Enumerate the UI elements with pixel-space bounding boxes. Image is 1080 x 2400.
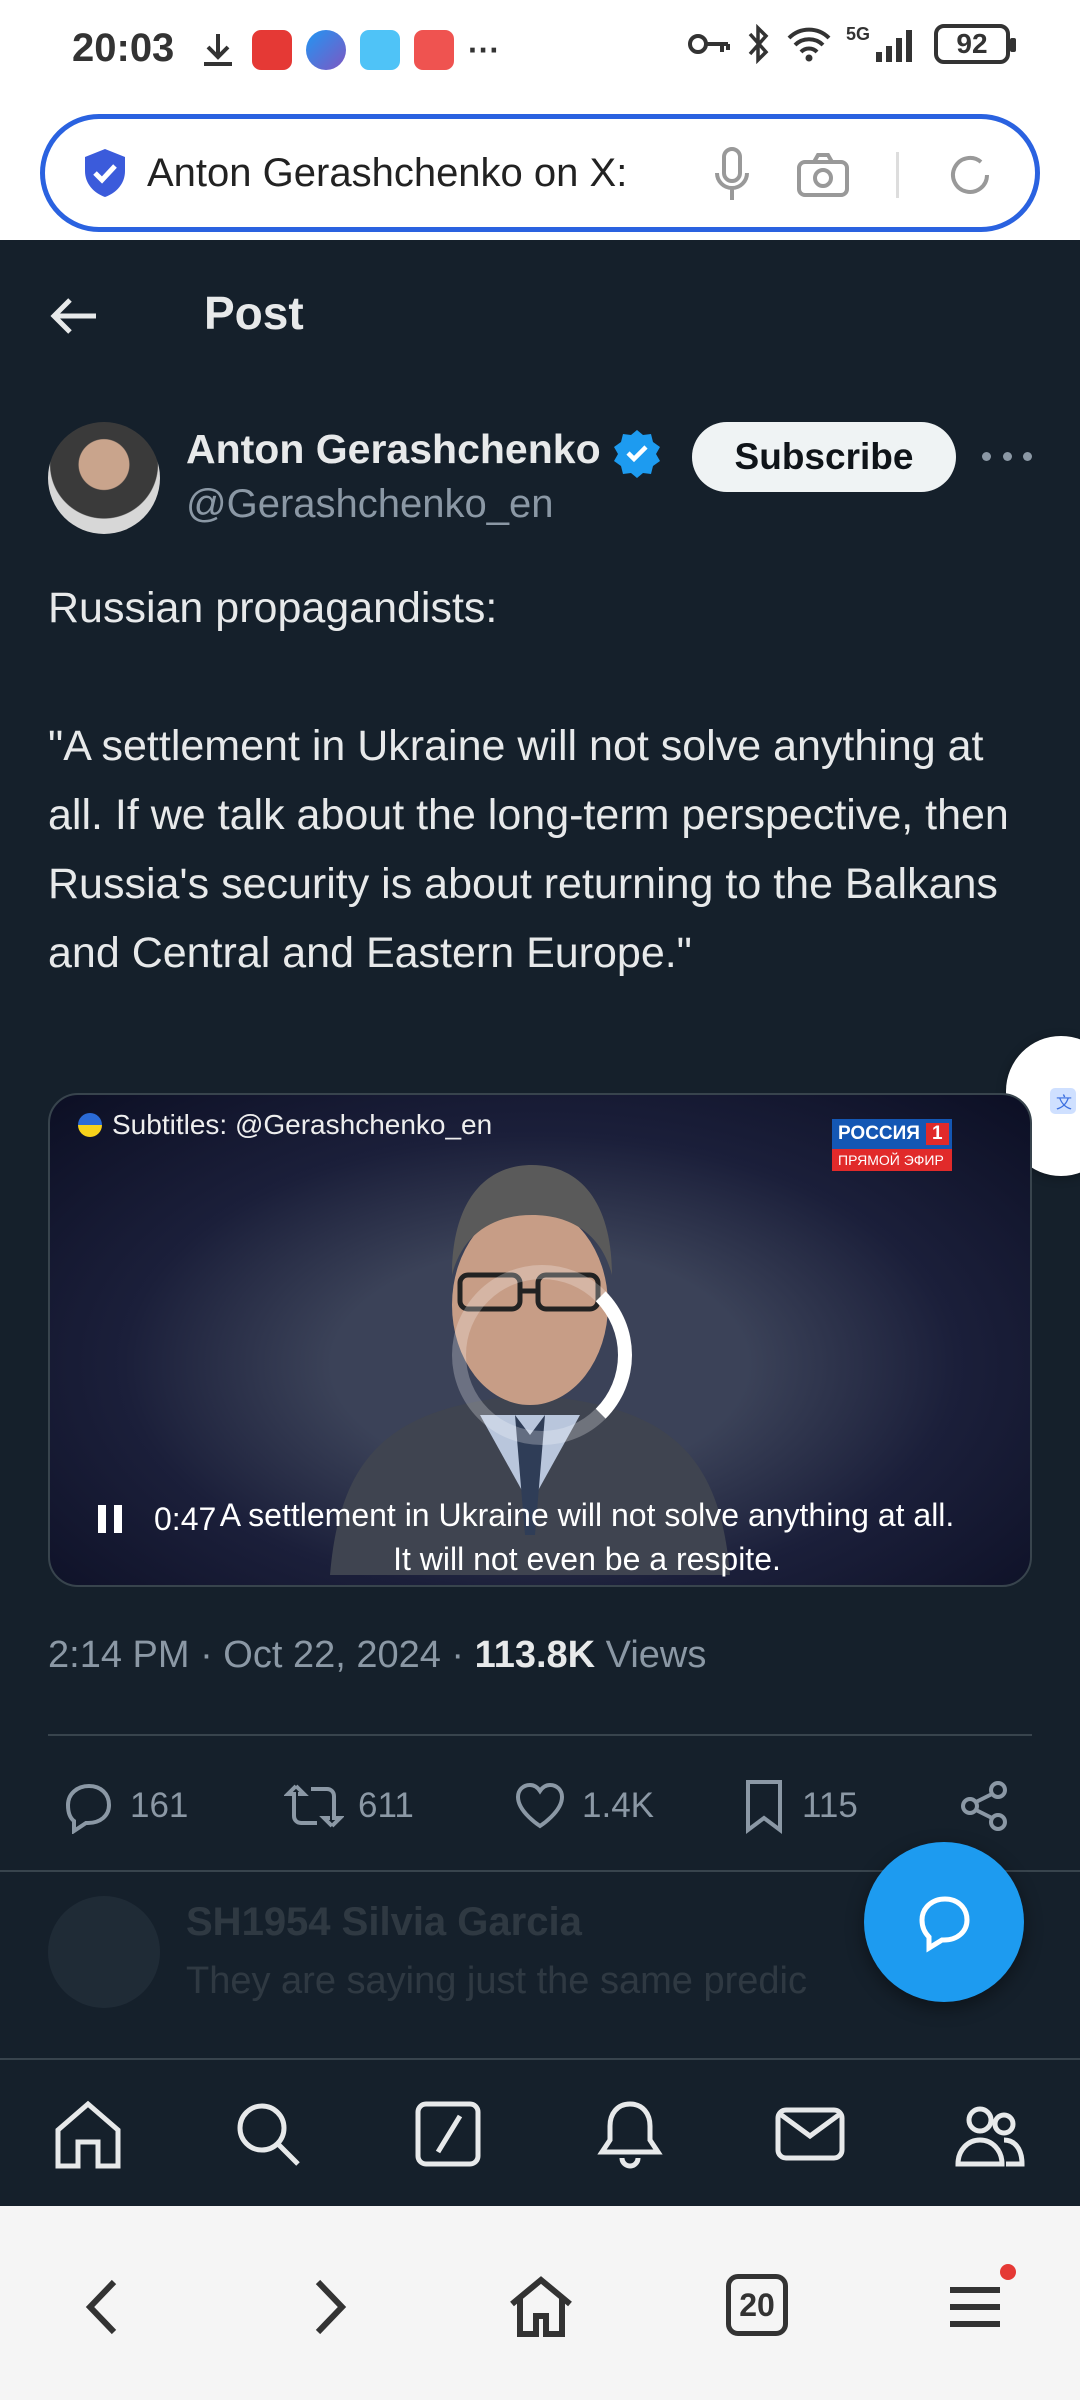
reload-icon[interactable] xyxy=(945,150,995,200)
bookmark-button[interactable]: 115 xyxy=(740,1778,858,1834)
address-bar[interactable]: Anton Gerashchenko on X: xyxy=(40,114,1040,232)
reply-compose-icon xyxy=(919,1896,970,1953)
back-arrow-icon[interactable] xyxy=(46,288,102,344)
author-name[interactable]: Anton Gerashchenko xyxy=(186,426,601,473)
battery-level: 92 xyxy=(956,28,988,59)
browser-app-icon xyxy=(306,30,346,70)
huawei-app-icon xyxy=(252,30,292,70)
bluetooth-icon xyxy=(748,24,769,64)
subtitles-credit-text: Subtitles: @Gerashchenko_en xyxy=(112,1109,493,1140)
shield-icon xyxy=(85,149,125,197)
network-type: 5G xyxy=(845,24,870,44)
home-icon[interactable] xyxy=(50,2096,126,2172)
verified-badge-icon[interactable] xyxy=(612,428,662,478)
views-count: 113.8K xyxy=(474,1634,596,1676)
post-meta: 2:14 PM · Oct 22, 2024 · 113.8K Views xyxy=(48,1634,706,1677)
views-label: Views xyxy=(595,1634,707,1676)
browser-bottom-bar: 20 xyxy=(0,2206,1080,2400)
key-icon xyxy=(687,34,730,54)
channel-number: 1 xyxy=(925,1123,949,1145)
like-button[interactable]: 1.4K xyxy=(512,1778,654,1834)
repost-icon xyxy=(284,1784,344,1828)
page-title: Post xyxy=(204,287,304,339)
status-time: 20:03 xyxy=(72,26,175,70)
menu-notification-dot xyxy=(1000,2264,1016,2280)
reply-icon xyxy=(65,1783,112,1834)
microphone-icon[interactable] xyxy=(714,147,750,203)
video-time: 0:47 xyxy=(154,1501,217,1537)
battery-icon: 92 xyxy=(934,24,1016,64)
reply-avatar xyxy=(48,1896,160,2008)
browser-back-icon[interactable] xyxy=(70,2272,140,2342)
reply-button[interactable]: 161 xyxy=(60,1778,188,1834)
heart-icon xyxy=(515,1782,565,1829)
channel-live-label: ПРЯМОЙ ЭФИР xyxy=(832,1149,952,1171)
reply-text: They are saying just the same predic xyxy=(186,1960,807,2002)
bookmark-icon xyxy=(746,1780,782,1834)
weather-app-icon xyxy=(360,30,400,70)
share-icon xyxy=(961,1781,1007,1831)
tabs-count-button[interactable]: 20 xyxy=(726,2274,788,2336)
signal-icon xyxy=(876,30,912,62)
subscribe-button[interactable]: Subscribe xyxy=(692,422,956,492)
post-actions: 161 611 1.4K 115 xyxy=(60,1768,1020,1844)
notifications-icon[interactable] xyxy=(592,2096,668,2172)
url-bar-actions xyxy=(714,147,995,203)
loading-spinner xyxy=(452,1265,632,1445)
pause-icon[interactable] xyxy=(98,1505,128,1535)
messages-icon[interactable] xyxy=(772,2096,848,2172)
url-text[interactable]: Anton Gerashchenko on X: xyxy=(147,151,687,196)
status-bar: 20:03 ··· 5G 92 xyxy=(0,0,1080,104)
repost-count: 611 xyxy=(358,1786,414,1825)
notification-icons: ··· xyxy=(198,30,500,70)
compose-reply-button[interactable] xyxy=(864,1842,1024,2002)
browser-toolbar: Anton Gerashchenko on X: xyxy=(0,104,1080,240)
camera-icon[interactable] xyxy=(796,152,850,198)
video-subtitle-line1: A settlement in Ukraine will not solve a… xyxy=(219,1497,955,1533)
svg-text:文: 文 xyxy=(1056,1093,1072,1112)
browser-forward-icon[interactable] xyxy=(292,2272,362,2342)
post-text: Russian propagandists: "A settlement in … xyxy=(48,584,1009,977)
communities-icon[interactable] xyxy=(952,2096,1028,2172)
game-app-icon xyxy=(414,30,454,70)
wifi-icon xyxy=(787,27,831,62)
app-bottom-nav xyxy=(0,2058,1080,2206)
more-notifications-icon: ··· xyxy=(468,31,500,68)
menu-icon[interactable] xyxy=(940,2272,1010,2342)
video-player[interactable]: Subtitles: @Gerashchenko_en РОССИЯ 1 ПРЯМ… xyxy=(48,1093,1032,1587)
video-subtitle-line2: It will not even be a respite. xyxy=(393,1541,781,1577)
divider xyxy=(48,1734,1032,1736)
translate-icon: 文 xyxy=(1050,1088,1076,1114)
download-icon xyxy=(204,34,232,66)
channel-name: РОССИЯ xyxy=(838,1123,920,1144)
subtitles-credit: Subtitles: @Gerashchenko_en xyxy=(78,1109,492,1141)
bookmark-count: 115 xyxy=(802,1786,858,1825)
author-avatar[interactable] xyxy=(48,422,160,534)
status-right: 5G 92 xyxy=(686,24,1016,64)
author-handle[interactable]: @Gerashchenko_en xyxy=(186,482,554,527)
repost-button[interactable]: 611 xyxy=(284,1778,414,1834)
post-timestamp[interactable]: 2:14 PM · Oct 22, 2024 · xyxy=(48,1634,475,1676)
channel-logo: РОССИЯ 1 ПРЯМОЙ ЭФИР xyxy=(832,1119,952,1175)
search-icon[interactable] xyxy=(230,2096,306,2172)
browser-home-icon[interactable] xyxy=(506,2272,576,2342)
post-header: Post xyxy=(0,240,1080,390)
ukraine-flag-icon xyxy=(78,1113,102,1137)
url-divider xyxy=(896,152,899,198)
reply-count: 161 xyxy=(130,1786,189,1825)
like-count: 1.4K xyxy=(582,1786,654,1825)
reply-author-name: SH1954 Silvia Garcia xyxy=(186,1900,582,1944)
share-button[interactable] xyxy=(956,1778,1012,1834)
grok-icon[interactable] xyxy=(410,2096,486,2172)
more-options-icon[interactable] xyxy=(982,436,1032,476)
